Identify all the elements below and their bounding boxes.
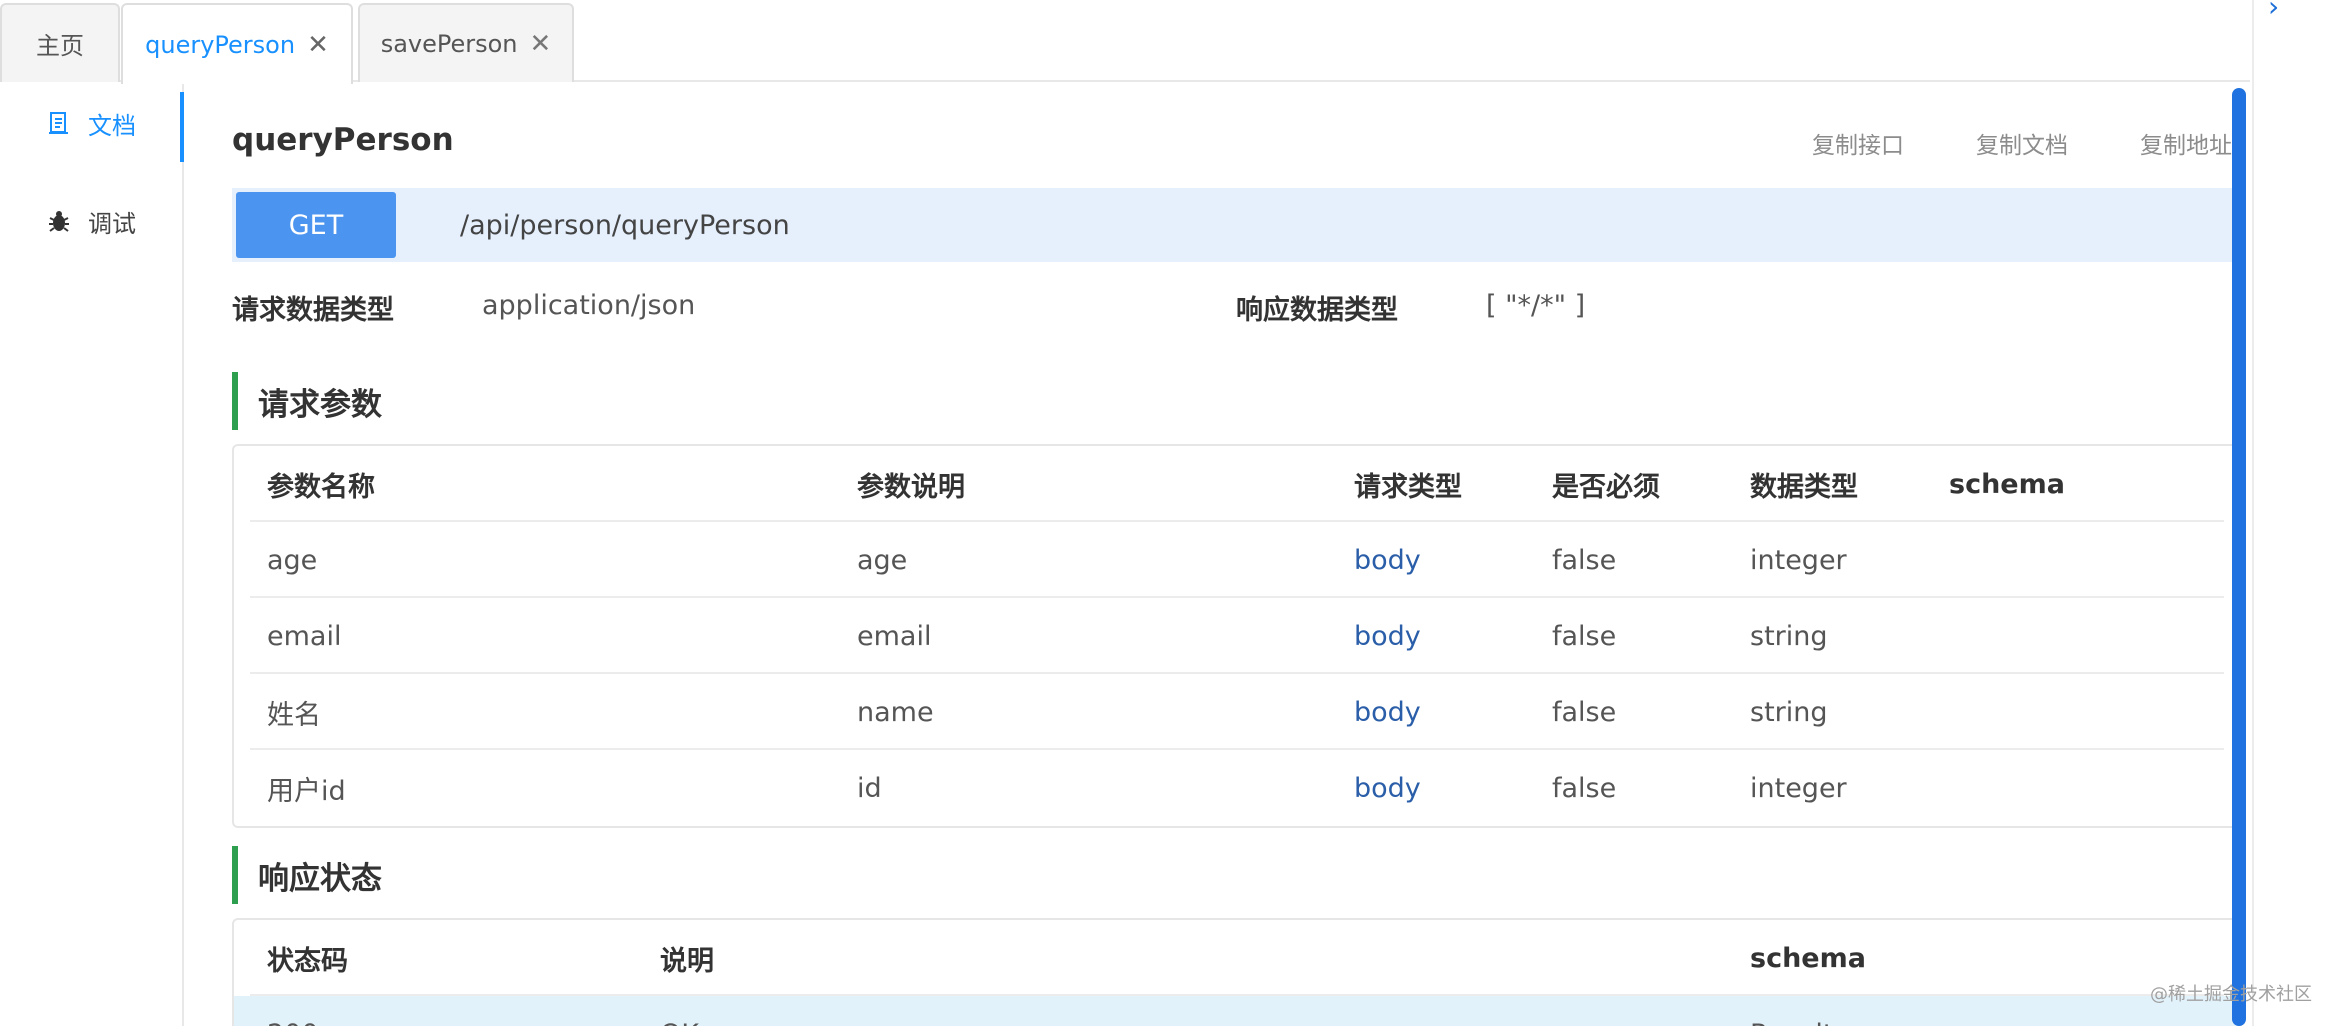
column-header: 参数名称 — [267, 471, 375, 503]
table-row: 用户id id body false integer — [250, 750, 2224, 826]
column-header: 参数说明 — [857, 471, 965, 503]
sidenav-item-debug[interactable]: 调试 — [0, 186, 182, 256]
column-header: 请求类型 — [1354, 471, 1462, 503]
param-data-type: integer — [1750, 544, 1847, 576]
watermark: @稀土掘金技术社区 — [2150, 984, 2312, 1005]
param-data-type: string — [1750, 696, 1828, 728]
section-accent-bar — [232, 372, 238, 430]
copy-links: 复制接口 复制文档 复制地址 — [1812, 126, 2232, 160]
tab-query-person[interactable]: queryPerson ✕ — [121, 3, 353, 84]
right-divider — [2252, 0, 2254, 1026]
column-header: 状态码 — [267, 945, 348, 977]
param-in: body — [1354, 696, 1421, 728]
request-type-value: application/json — [482, 290, 696, 321]
http-method-badge: GET — [236, 192, 396, 258]
param-data-type: integer — [1750, 772, 1847, 804]
table-row: email email body false string — [250, 598, 2224, 674]
param-required: false — [1552, 620, 1617, 652]
section-title: 请求参数 — [258, 386, 382, 423]
api-doc-panel: queryPerson 复制接口 复制文档 复制地址 GET /api/pers… — [232, 84, 2242, 1026]
side-nav: 文档 调试 — [0, 84, 184, 1026]
table-row: 姓名 name body false string — [250, 674, 2224, 750]
api-path: /api/person/queryPerson — [460, 209, 790, 241]
response-type-label: 响应数据类型 — [1236, 295, 1398, 326]
api-title: queryPerson — [232, 122, 454, 158]
tab-save-person[interactable]: savePerson ✕ — [358, 3, 574, 82]
table-row: age age body false integer — [250, 522, 2224, 598]
tab-label: queryPerson — [145, 30, 296, 59]
chevron-icon[interactable]: › — [2268, 0, 2279, 23]
sidenav-item-label: 调试 — [88, 209, 136, 238]
param-description: id — [857, 772, 882, 804]
request-params-heading: 请求参数 — [232, 372, 382, 430]
sidenav-item-docs[interactable]: 文档 — [0, 88, 184, 162]
url-bar: GET /api/person/queryPerson — [232, 188, 2240, 262]
table-row[interactable]: 200 OK Result — [234, 996, 2240, 1026]
column-header: schema — [1750, 942, 1866, 974]
response-status-heading: 响应状态 — [232, 846, 382, 904]
column-header: 数据类型 — [1750, 471, 1858, 503]
param-required: false — [1552, 696, 1617, 728]
param-name: 用户id — [267, 775, 346, 807]
param-required: false — [1552, 772, 1617, 804]
copy-doc-button[interactable]: 复制文档 — [1976, 126, 2068, 160]
content-type-row: 请求数据类型 application/json 响应数据类型 [ "*/*" ] — [232, 288, 2232, 328]
close-icon[interactable]: ✕ — [307, 32, 329, 58]
column-header: schema — [1949, 468, 2065, 500]
param-in: body — [1354, 620, 1421, 652]
column-header: 说明 — [660, 945, 714, 977]
response-status-table: 状态码 说明 schema 200 OK Result — [232, 918, 2242, 1026]
response-type-value: [ "*/*" ] — [1486, 290, 1586, 321]
tab-bar: 主页 queryPerson ✕ savePerson ✕ — [0, 0, 2250, 84]
sidenav-item-label: 文档 — [88, 111, 136, 140]
table-header-row: 参数名称 参数说明 请求类型 是否必须 数据类型 schema — [250, 446, 2224, 522]
tab-home[interactable]: 主页 — [0, 3, 120, 82]
param-in: body — [1354, 772, 1421, 804]
param-description: email — [857, 620, 932, 652]
param-name: 姓名 — [267, 699, 321, 731]
param-required: false — [1552, 544, 1617, 576]
tab-label: savePerson — [380, 29, 518, 58]
request-params-table: 参数名称 参数说明 请求类型 是否必须 数据类型 schema age age … — [232, 444, 2242, 828]
table-header-row: 状态码 说明 schema — [250, 920, 2224, 996]
bug-icon — [49, 211, 69, 232]
request-type-label: 请求数据类型 — [232, 295, 394, 326]
copy-address-button[interactable]: 复制地址 — [2140, 126, 2232, 160]
section-title: 响应状态 — [258, 860, 382, 897]
vertical-scrollbar[interactable] — [2232, 88, 2246, 1026]
status-description: OK — [660, 996, 699, 1026]
section-accent-bar — [232, 846, 238, 904]
document-icon — [49, 112, 68, 134]
param-description: age — [857, 544, 908, 576]
param-name: age — [267, 544, 318, 576]
app-root: 主页 queryPerson ✕ savePerson ✕ › 文档 调试 qu… — [0, 0, 2336, 1026]
param-name: email — [267, 620, 342, 652]
copy-api-button[interactable]: 复制接口 — [1812, 126, 1904, 160]
status-schema: Result — [1750, 996, 1833, 1026]
active-indicator — [180, 92, 184, 162]
column-header: 是否必须 — [1552, 471, 1660, 503]
tab-label: 主页 — [36, 32, 84, 60]
param-data-type: string — [1750, 620, 1828, 652]
param-description: name — [857, 696, 934, 728]
close-icon[interactable]: ✕ — [530, 31, 552, 57]
param-in: body — [1354, 544, 1421, 576]
status-code: 200 — [267, 996, 319, 1026]
